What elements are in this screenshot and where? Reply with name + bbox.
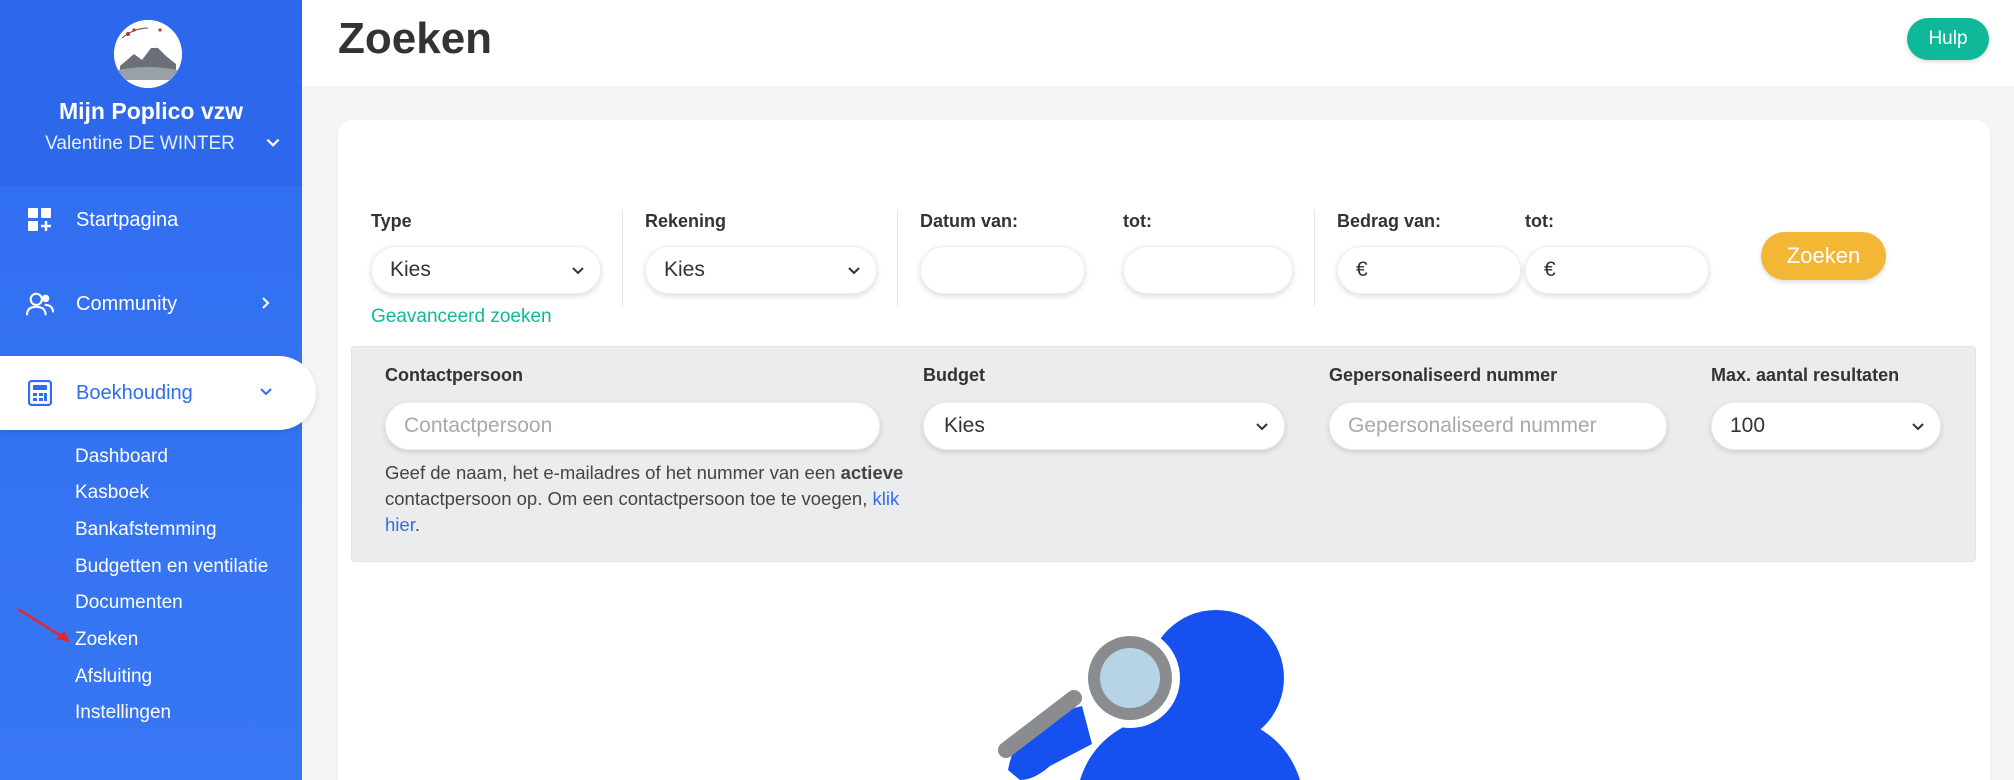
type-selected-value: Kies xyxy=(390,258,431,281)
organization-logo xyxy=(114,20,182,88)
chevron-down-icon xyxy=(1256,423,1268,431)
chevron-down-icon xyxy=(260,388,272,396)
subnav-afsluiting[interactable]: Afsluiting xyxy=(75,666,152,688)
currency-symbol: € xyxy=(1544,258,1556,281)
nav-item-label: Community xyxy=(76,292,178,315)
subnav-budgetten[interactable]: Budgetten en ventilatie xyxy=(75,556,268,578)
chevron-down-icon xyxy=(848,267,860,275)
budget-label: Budget xyxy=(923,365,985,385)
nav-item-startpagina[interactable]: Startpagina xyxy=(0,183,302,257)
type-label: Type xyxy=(371,211,412,231)
page-header: Zoeken Hulp xyxy=(302,0,2014,86)
max-results-select[interactable]: 100 xyxy=(1711,402,1941,450)
type-select[interactable]: Kies xyxy=(371,246,601,294)
advanced-search-link[interactable]: Geavanceerd zoeken xyxy=(371,306,552,328)
contactpersoon-placeholder: Contactpersoon xyxy=(404,414,553,437)
bedrag-tot-input[interactable]: € xyxy=(1525,246,1709,294)
datum-van-label: Datum van: xyxy=(920,211,1019,231)
sidebar-header: Mijn Poplico vzw Valentine DE WINTER xyxy=(0,0,302,186)
divider xyxy=(897,210,898,306)
max-results-selected-value: 100 xyxy=(1730,414,1766,437)
organization-name: Mijn Poplico vzw xyxy=(58,98,243,124)
max-results-label: Max. aantal resultaten xyxy=(1711,365,1900,385)
nav-item-boekhouding[interactable]: Boekhouding xyxy=(0,356,316,430)
gepersonaliseerd-nummer-input[interactable]: Gepersonaliseerd nummer xyxy=(1329,402,1667,450)
help-text-part: contactpersoon op. Om een contactpersoon… xyxy=(385,488,873,509)
search-button[interactable]: Zoeken xyxy=(1761,232,1886,280)
users-icon xyxy=(26,290,54,318)
divider xyxy=(1314,210,1315,306)
nav-item-label: Startpagina xyxy=(76,208,179,231)
chevron-down-icon xyxy=(1912,423,1924,431)
annotation-arrow-icon xyxy=(17,607,70,642)
subnav-bankafstemming[interactable]: Bankafstemming xyxy=(75,519,217,541)
subnav-documenten[interactable]: Documenten xyxy=(75,592,183,614)
subnav-zoeken[interactable]: Zoeken xyxy=(75,629,138,651)
currency-symbol: € xyxy=(1356,258,1368,281)
rekening-select[interactable]: Kies xyxy=(645,246,877,294)
help-button[interactable]: Hulp xyxy=(1907,18,1989,60)
contactpersoon-help-text: Geef de naam, het e-mailadres of het num… xyxy=(385,460,905,538)
calculator-icon xyxy=(26,379,54,407)
sidebar: Mijn Poplico vzw Valentine DE WINTER Sta… xyxy=(0,0,316,780)
chevron-down-icon[interactable] xyxy=(264,134,282,152)
rekening-selected-value: Kies xyxy=(664,258,705,281)
divider xyxy=(622,210,623,306)
datum-van-input[interactable] xyxy=(920,246,1085,294)
nav-item-community[interactable]: Community xyxy=(0,267,302,341)
search-illustration xyxy=(990,598,1310,780)
gepersonaliseerd-nummer-label: Gepersonaliseerd nummer xyxy=(1329,365,1558,385)
bedrag-tot-label: tot: xyxy=(1525,211,1554,231)
help-text-part: . xyxy=(414,514,420,535)
bedrag-van-input[interactable]: € xyxy=(1337,246,1521,294)
subnav-kasboek[interactable]: Kasboek xyxy=(75,482,149,504)
subnav-dashboard[interactable]: Dashboard xyxy=(75,446,168,468)
datum-tot-input[interactable] xyxy=(1123,246,1293,294)
chevron-down-icon xyxy=(572,267,584,275)
datum-tot-label: tot: xyxy=(1123,211,1152,231)
user-name[interactable]: Valentine DE WINTER xyxy=(0,133,280,155)
help-text-bold: actieve xyxy=(840,462,904,483)
dashboard-plus-icon xyxy=(26,206,54,234)
bedrag-van-label: Bedrag van: xyxy=(1337,211,1442,231)
contactpersoon-input[interactable]: Contactpersoon xyxy=(385,402,880,450)
budget-selected-value: Kies xyxy=(944,414,985,437)
budget-select[interactable]: Kies xyxy=(923,402,1285,450)
contactpersoon-label: Contactpersoon xyxy=(385,365,524,385)
rekening-label: Rekening xyxy=(645,211,727,231)
nav-item-label: Boekhouding xyxy=(76,381,193,404)
help-text-part: Geef de naam, het e-mailadres of het num… xyxy=(385,462,841,483)
page-title: Zoeken xyxy=(338,14,493,63)
chevron-right-icon xyxy=(262,297,270,309)
gepersonaliseerd-nummer-placeholder: Gepersonaliseerd nummer xyxy=(1348,414,1597,437)
subnav-instellingen[interactable]: Instellingen xyxy=(75,702,171,724)
